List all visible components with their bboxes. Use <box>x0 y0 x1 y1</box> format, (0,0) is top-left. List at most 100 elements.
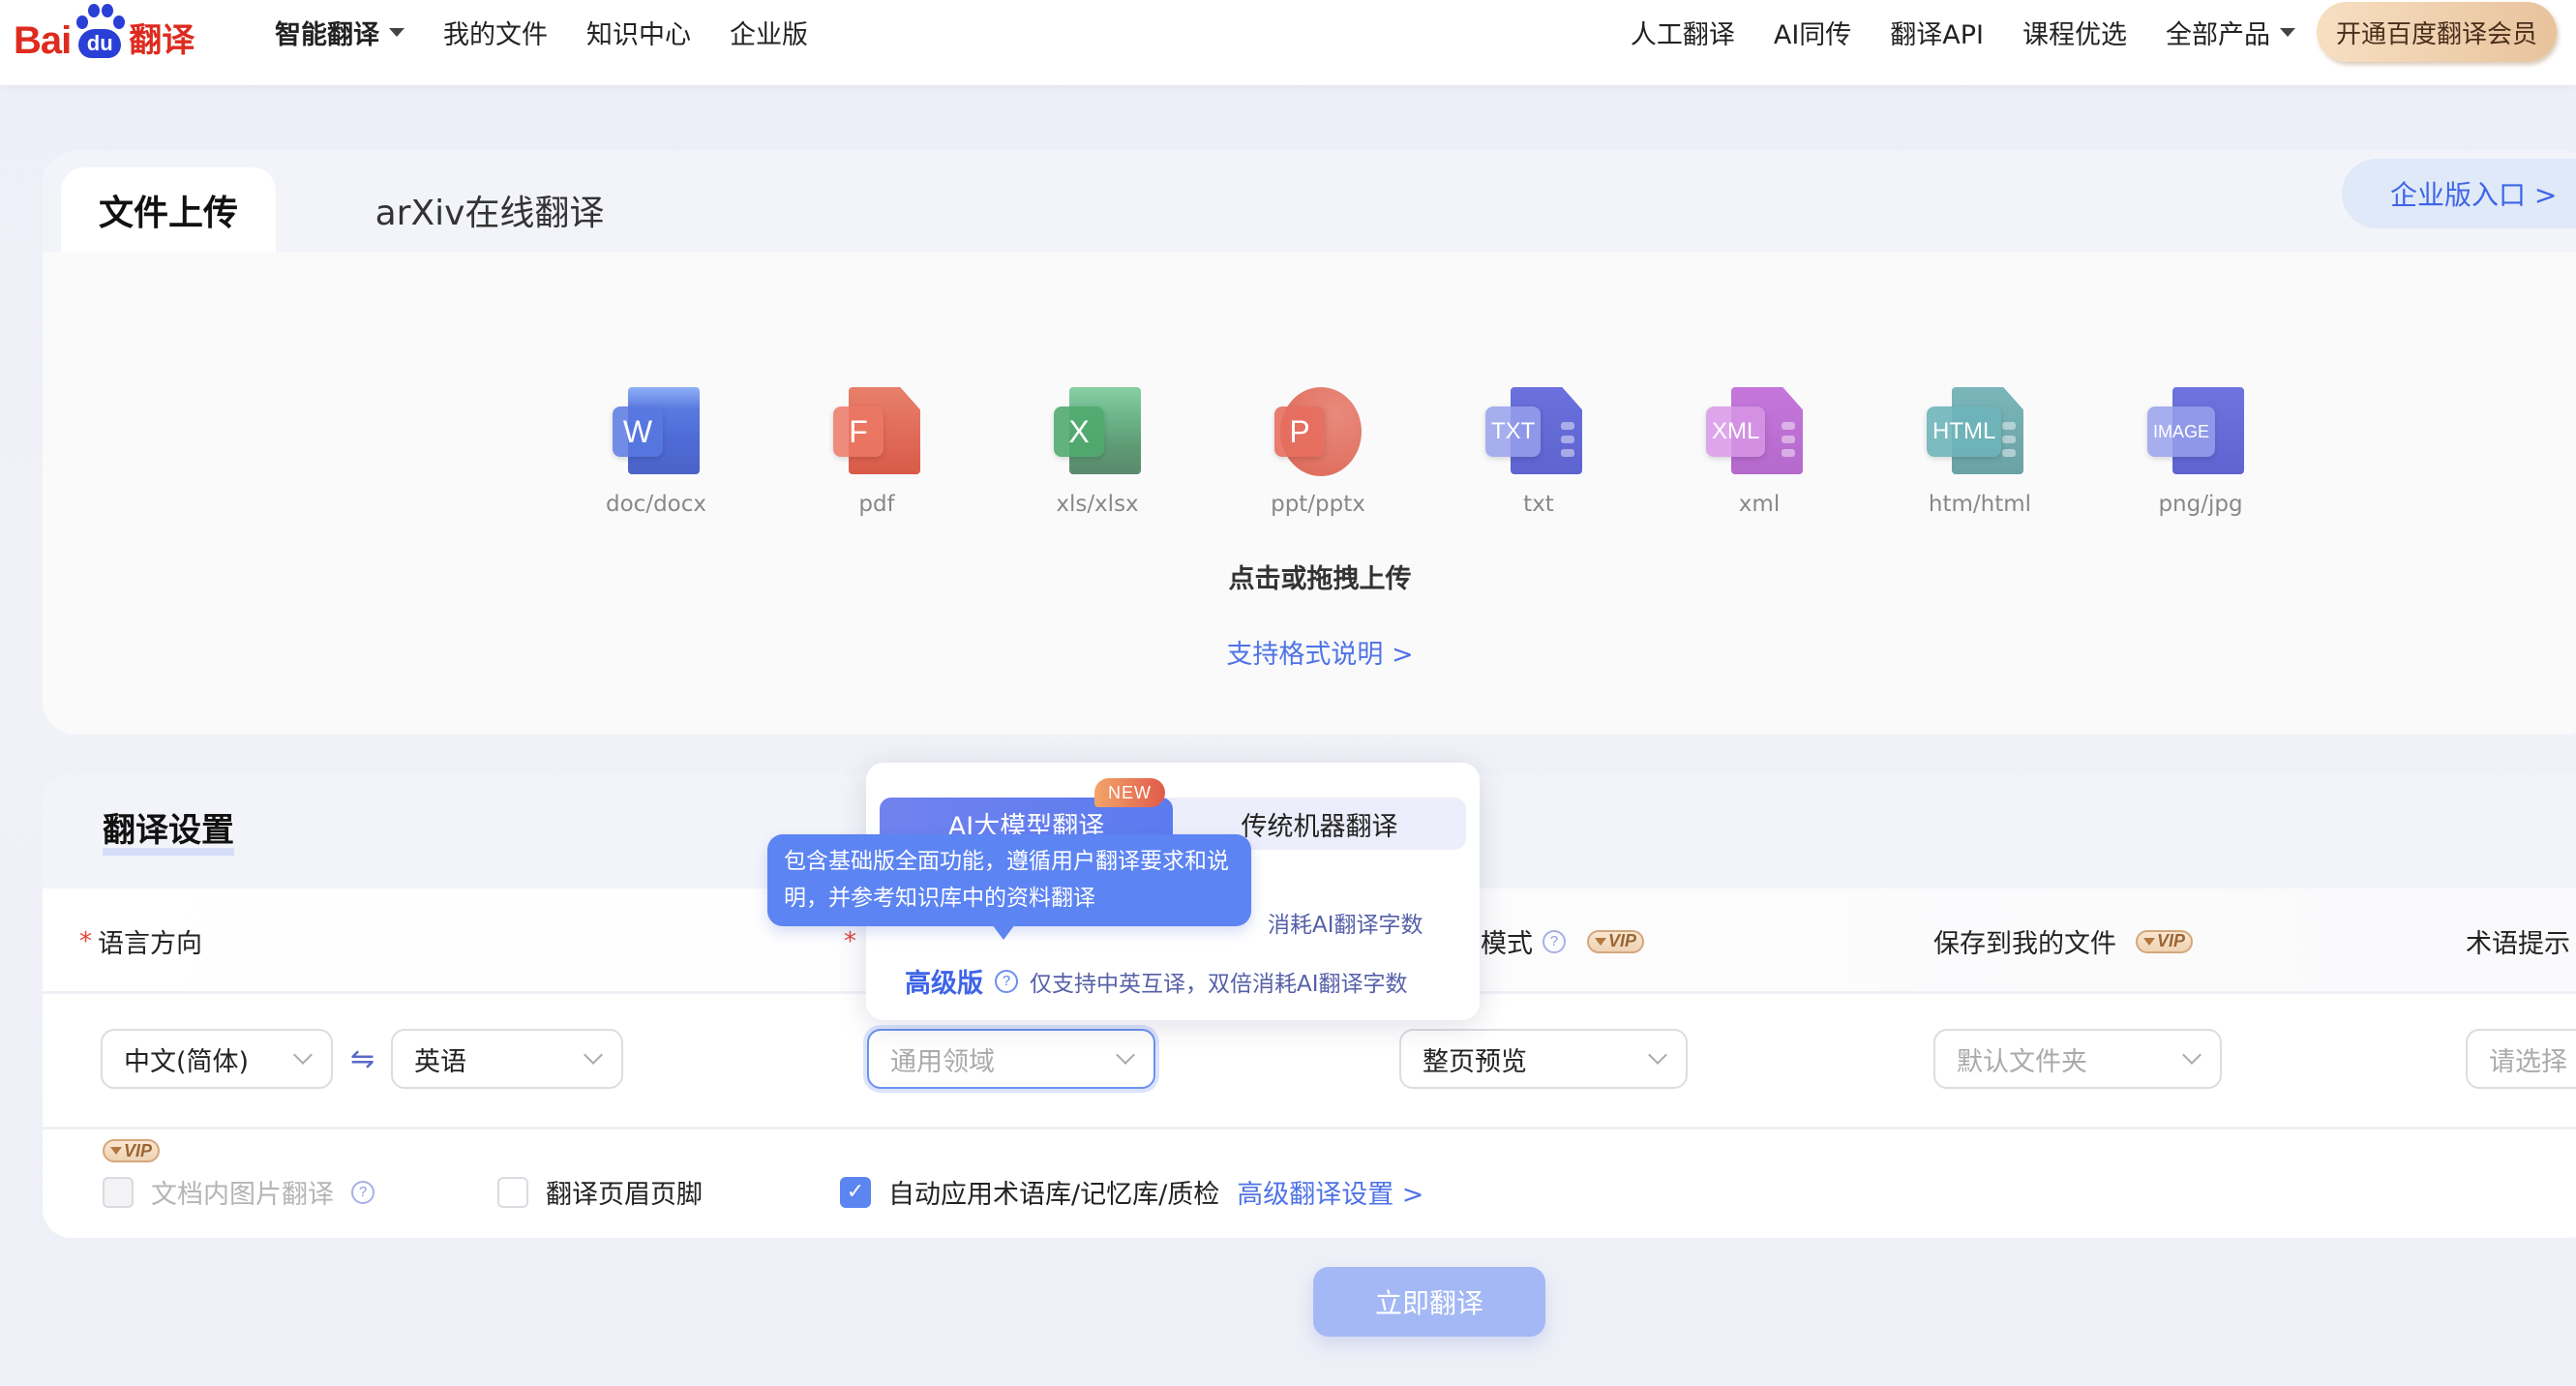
label-text: 术语提示 <box>2466 929 2570 959</box>
checkbox[interactable] <box>497 1176 528 1208</box>
nav-all-products[interactable]: 全部产品 <box>2166 14 2295 51</box>
select-value: 英语 <box>414 1046 466 1077</box>
settings-options-row: VIP 文档内图片翻译? 翻译页眉页脚 ✓ 自动应用术语库/记忆库/质检 高级翻译设… <box>43 1130 2576 1238</box>
format-label: txt <box>1523 492 1554 517</box>
label-text: 语言方向 <box>98 929 202 959</box>
label-text: 保存到我的文件 <box>1933 929 2116 959</box>
format-label: xml <box>1738 492 1781 517</box>
format-txt: TXT txt <box>1461 381 1616 517</box>
swap-languages-icon[interactable]: ⇋ <box>350 1045 374 1074</box>
format-label: htm/html <box>1928 492 2032 517</box>
checkbox[interactable] <box>103 1176 134 1208</box>
advanced-version-row[interactable]: 高级版? 仅支持中英互译，双倍消耗AI翻译字数 <box>905 962 1408 1000</box>
header-footer-checkbox[interactable]: 翻译页眉页脚 <box>497 1173 703 1211</box>
save-folder-select[interactable]: 默认文件夹 <box>1933 1029 2222 1089</box>
open-vip-button[interactable]: 开通百度翻译会员 <box>2317 2 2557 62</box>
enterprise-entry-link[interactable]: 企业版入口 > <box>2342 159 2576 228</box>
nav-courses[interactable]: 课程优选 <box>2022 14 2127 51</box>
select-placeholder: 通用领域 <box>890 1046 995 1077</box>
diamond-icon <box>110 1147 122 1155</box>
format-xml: XML xml <box>1682 381 1837 517</box>
chevron-down-icon <box>1116 1045 1135 1065</box>
vip-text: VIP <box>124 1140 153 1160</box>
nav-ai-interpretation[interactable]: AI同传 <box>1774 14 1851 51</box>
baidu-translate-logo[interactable]: Bai du 翻译 <box>14 4 195 62</box>
format-label: pdf <box>858 492 895 517</box>
language-direction-label: * 语言方向 <box>79 889 202 994</box>
term-hint-label: 术语提示 <box>2466 889 2570 994</box>
nav-label: 翻译API <box>1890 19 1984 50</box>
select-placeholder: 请选择 <box>2489 1046 2567 1077</box>
ppt-file-icon: P <box>1265 381 1371 478</box>
domain-select[interactable]: 通用领域 <box>867 1029 1155 1089</box>
checkmark-icon[interactable]: ✓ <box>840 1176 871 1208</box>
format-xls: X xls/xlsx <box>1020 381 1175 517</box>
preview-mode-select[interactable]: 整页预览 <box>1399 1029 1688 1089</box>
required-icon: * <box>79 926 92 956</box>
pdf-file-icon: F <box>824 381 930 478</box>
format-image: IMAGE png/jpg <box>2123 381 2278 517</box>
main-nav: 智能翻译 我的文件 知识中心 企业版 <box>275 0 808 64</box>
new-badge: NEW <box>1094 778 1165 807</box>
help-icon[interactable]: ? <box>1543 929 1566 953</box>
auto-apply-termbase-checkbox[interactable]: ✓ 自动应用术语库/记忆库/质检 高级翻译设置 > <box>840 1173 1423 1211</box>
nav-human-translation[interactable]: 人工翻译 <box>1631 14 1735 51</box>
nav-enterprise[interactable]: 企业版 <box>730 14 808 51</box>
format-html: HTML htm/html <box>1902 381 2057 517</box>
nav-translate-api[interactable]: 翻译API <box>1890 14 1984 51</box>
help-icon[interactable]: ? <box>351 1180 374 1204</box>
logo-text-bai: Bai <box>14 19 72 62</box>
target-language-select[interactable]: 英语 <box>391 1029 623 1089</box>
chevron-down-icon <box>2182 1045 2202 1065</box>
upload-card: 文件上传 arXiv在线翻译 企业版入口 > W doc/docx F pdf … <box>43 151 2576 735</box>
save-to-files-label: 保存到我的文件 VIP <box>1933 889 2194 994</box>
source-language-select[interactable]: 中文(简体) <box>101 1029 333 1089</box>
image-file-icon: IMAGE <box>2147 381 2254 478</box>
tab-arxiv-translate[interactable]: arXiv在线翻译 <box>354 167 625 252</box>
nav-label: AI同传 <box>1773 19 1852 50</box>
nav-label: 企业版 <box>730 19 808 50</box>
advanced-settings-link[interactable]: 高级翻译设置 > <box>1237 1173 1423 1211</box>
required-icon: * <box>844 926 856 956</box>
mode-label: 模式? VIP <box>1481 889 1645 994</box>
format-badge: W <box>613 407 663 457</box>
chevron-down-icon <box>1648 1045 1667 1065</box>
tab-file-upload[interactable]: 文件上传 <box>61 167 276 252</box>
format-badge: X <box>1054 407 1104 457</box>
term-select[interactable]: 请选择 <box>2466 1029 2576 1089</box>
vip-text: VIP <box>1608 931 1637 950</box>
vip-badge: VIP <box>2136 929 2194 953</box>
upload-dropzone[interactable]: W doc/docx F pdf X xls/xlsx P ppt/pptx T… <box>43 381 2576 517</box>
label-text: 模式 <box>1481 929 1533 959</box>
supported-formats-link[interactable]: 支持格式说明 > <box>43 633 2576 671</box>
format-label: png/jpg <box>2158 492 2243 517</box>
select-placeholder: 默认文件夹 <box>1957 1046 2087 1077</box>
chevron-down-icon <box>584 1045 603 1065</box>
version-desc: 消耗AI翻译字数 <box>1268 913 1423 938</box>
xml-file-icon: XML <box>1706 381 1812 478</box>
image-translation-checkbox[interactable]: 文档内图片翻译? <box>103 1173 374 1211</box>
settings-title: 翻译设置 <box>103 813 234 856</box>
upload-hint: 点击或拖拽上传 <box>1228 564 1412 594</box>
nav-smart-translate[interactable]: 智能翻译 <box>275 14 404 51</box>
nav-label: 智能翻译 <box>275 19 379 50</box>
nav-knowledge-center[interactable]: 知识中心 <box>586 14 691 51</box>
advanced-version-tooltip: 包含基础版全面功能，遵循用户翻译要求和说明，并参考知识库中的资料翻译 <box>767 834 1251 940</box>
format-ppt: P ppt/pptx <box>1241 381 1395 517</box>
help-icon[interactable]: ? <box>995 969 1018 993</box>
version-name: 高级版 <box>905 969 983 999</box>
format-label: ppt/pptx <box>1271 492 1365 517</box>
format-badge: P <box>1274 407 1325 457</box>
txt-file-icon: TXT <box>1485 381 1592 478</box>
basic-version-row[interactable]: 消耗AI翻译字数 <box>1268 906 1423 939</box>
checkbox-label: 文档内图片翻译 <box>151 1180 334 1210</box>
nav-label: 知识中心 <box>586 19 691 50</box>
translate-now-button[interactable]: 立即翻译 <box>1313 1267 1545 1337</box>
format-badge: HTML <box>1927 407 2002 457</box>
nav-label: 我的文件 <box>443 19 548 50</box>
nav-my-files[interactable]: 我的文件 <box>443 14 548 51</box>
html-file-icon: HTML <box>1927 381 2033 478</box>
format-badge: IMAGE <box>2147 407 2216 457</box>
secondary-nav: 人工翻译 AI同传 翻译API 课程优选 全部产品 <box>1631 0 2295 64</box>
word-file-icon: W <box>603 381 709 478</box>
